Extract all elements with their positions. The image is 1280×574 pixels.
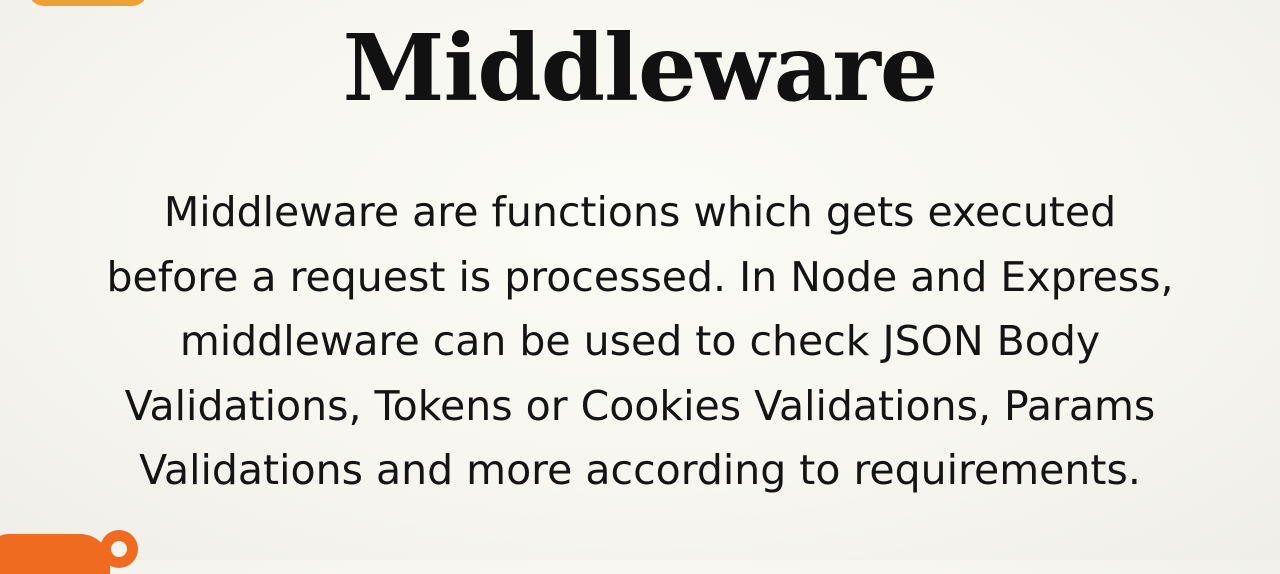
body-line-3: middleware can be used to check JSON Bod… [179,317,1101,365]
body-line-2: before a request is processed. In Node a… [106,252,1174,301]
slide-body-text: Middleware are functions which gets exec… [40,180,1240,503]
decorative-ring-hole [111,541,127,557]
body-line-1: Middleware are functions which gets exec… [163,188,1117,236]
body-line-4: Validations, Tokens or Cookies Validatio… [124,381,1156,430]
slide-title: Middleware [342,14,939,122]
decorative-bar [0,534,110,574]
decorative-shape-bottom [0,530,140,574]
presentation-slide: Middleware Middleware are functions whic… [0,0,1280,574]
decorative-shape-top [28,0,148,6]
body-line-5: Validations and more according to requir… [139,446,1141,494]
